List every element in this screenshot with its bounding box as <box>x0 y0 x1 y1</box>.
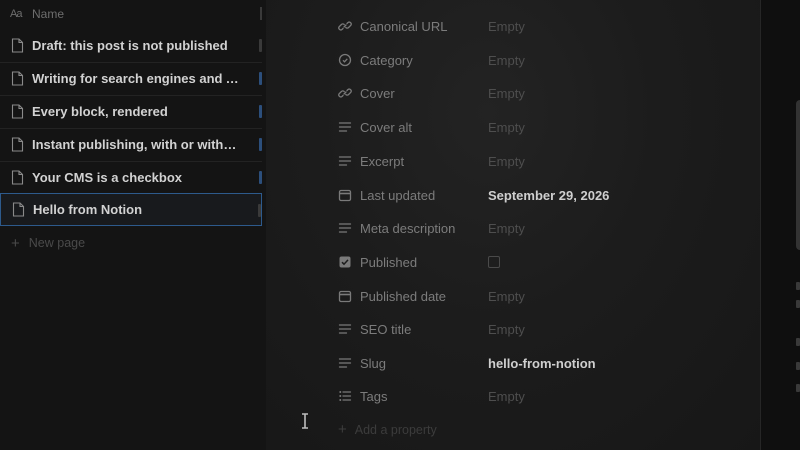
truncated-text-fragment <box>796 362 800 370</box>
cell-edge-mark <box>259 39 262 52</box>
row-title[interactable]: Every block, rendered <box>32 104 168 119</box>
property-label: Canonical URL <box>360 18 448 34</box>
table-row[interactable]: Your CMS is a checkbox <box>0 161 262 195</box>
table-row-selected[interactable]: Hello from Notion <box>0 193 262 226</box>
cell-edge-mark <box>259 171 262 184</box>
text-type-icon: Aa <box>10 8 22 20</box>
property-published-date[interactable]: Published date Empty <box>338 286 738 306</box>
category-icon <box>338 53 352 67</box>
cell-edge-mark <box>259 72 262 85</box>
database-table: Aa Name Draft: this post is not publishe… <box>0 0 266 450</box>
property-value[interactable]: Empty <box>488 221 525 236</box>
property-last-updated[interactable]: Last updated September 29, 2026 <box>338 185 738 205</box>
text-icon <box>338 156 352 166</box>
column-name-label: Name <box>32 7 65 21</box>
truncated-text-fragment <box>796 338 800 346</box>
table-row[interactable]: Draft: this post is not published <box>0 29 262 63</box>
property-published[interactable]: Published <box>338 252 738 272</box>
property-category[interactable]: Category Empty <box>338 50 738 70</box>
property-label: Tags <box>360 388 388 404</box>
property-tags[interactable]: Tags Empty <box>338 386 738 406</box>
row-title[interactable]: Writing for search engines and AI ... <box>32 71 242 86</box>
property-label: Published date <box>360 288 447 304</box>
property-value[interactable]: hello-from-notion <box>488 356 596 371</box>
page-icon <box>11 170 24 185</box>
row-title[interactable]: Hello from Notion <box>33 202 142 217</box>
row-title[interactable]: Draft: this post is not published <box>32 38 228 53</box>
property-cover[interactable]: Cover Empty <box>338 83 738 103</box>
row-title[interactable]: Instant publishing, with or withou... <box>32 137 242 152</box>
property-seo-title[interactable]: SEO title Empty <box>338 319 738 339</box>
calendar-icon <box>338 290 352 303</box>
cell-edge-mark <box>258 204 261 217</box>
text-icon <box>338 358 352 368</box>
page-icon <box>11 137 24 152</box>
list-icon <box>339 391 352 401</box>
add-property-label: Add a property <box>354 422 437 437</box>
row-title[interactable]: Your CMS is a checkbox <box>32 170 182 185</box>
add-property-button[interactable]: + Add a property <box>338 421 437 438</box>
plus-icon: + <box>338 421 347 438</box>
property-label: Last updated <box>360 187 436 203</box>
property-cover-alt[interactable]: Cover alt Empty <box>338 117 738 137</box>
property-meta-description[interactable]: Meta description Empty <box>338 218 738 238</box>
table-row[interactable]: Instant publishing, with or withou... <box>0 128 262 162</box>
property-label: Slug <box>360 355 387 371</box>
property-slug[interactable]: Slug hello-from-notion <box>338 353 738 373</box>
new-page-label: New page <box>28 236 86 250</box>
truncated-text-fragment <box>796 384 800 392</box>
link-icon <box>338 21 352 31</box>
property-label: Published <box>360 254 418 270</box>
page-icon <box>12 202 25 217</box>
text-cursor-icon <box>302 413 308 429</box>
page-icon <box>11 104 24 119</box>
table-row[interactable]: Every block, rendered <box>0 95 262 129</box>
property-value[interactable]: September 29, 2026 <box>488 188 609 203</box>
property-canonical-url[interactable]: Canonical URL Empty <box>338 16 738 36</box>
property-value[interactable]: Empty <box>488 19 525 34</box>
side-card <box>796 100 800 250</box>
property-value[interactable]: Empty <box>488 289 525 304</box>
right-panel-edge <box>760 0 800 450</box>
property-value[interactable]: Empty <box>488 322 525 337</box>
column-resize-handle[interactable] <box>260 7 262 20</box>
plus-icon: + <box>11 234 20 252</box>
property-label: Cover alt <box>360 119 413 135</box>
property-label: SEO title <box>360 321 412 337</box>
panel-divider <box>760 0 761 450</box>
truncated-text-fragment <box>796 282 800 290</box>
cell-edge-mark <box>259 105 262 118</box>
property-value[interactable]: Empty <box>488 120 525 135</box>
property-excerpt[interactable]: Excerpt Empty <box>338 151 738 171</box>
name-column-header[interactable]: Aa Name <box>0 0 262 28</box>
new-page-button[interactable]: + New page <box>11 234 85 252</box>
property-value[interactable]: Empty <box>488 154 525 169</box>
property-label: Excerpt <box>360 153 405 169</box>
property-label: Meta description <box>360 220 456 236</box>
link-icon <box>338 88 352 98</box>
cell-edge-mark <box>259 138 262 151</box>
text-icon <box>338 324 352 334</box>
page-properties-panel: Canonical URL Empty Category Empty Cover… <box>266 0 760 450</box>
property-label: Cover <box>360 85 395 101</box>
calendar-icon <box>338 189 352 202</box>
text-icon <box>338 122 352 132</box>
text-icon <box>338 223 352 233</box>
truncated-text-fragment <box>796 300 800 308</box>
published-checkbox[interactable] <box>488 256 500 268</box>
page-icon <box>11 71 24 86</box>
property-value[interactable]: Empty <box>488 389 525 404</box>
page-icon <box>11 38 24 53</box>
property-value[interactable]: Empty <box>488 86 525 101</box>
checkbox-icon <box>339 256 351 268</box>
table-row[interactable]: Writing for search engines and AI ... <box>0 62 262 96</box>
property-value[interactable]: Empty <box>488 53 525 68</box>
property-label: Category <box>360 52 413 68</box>
